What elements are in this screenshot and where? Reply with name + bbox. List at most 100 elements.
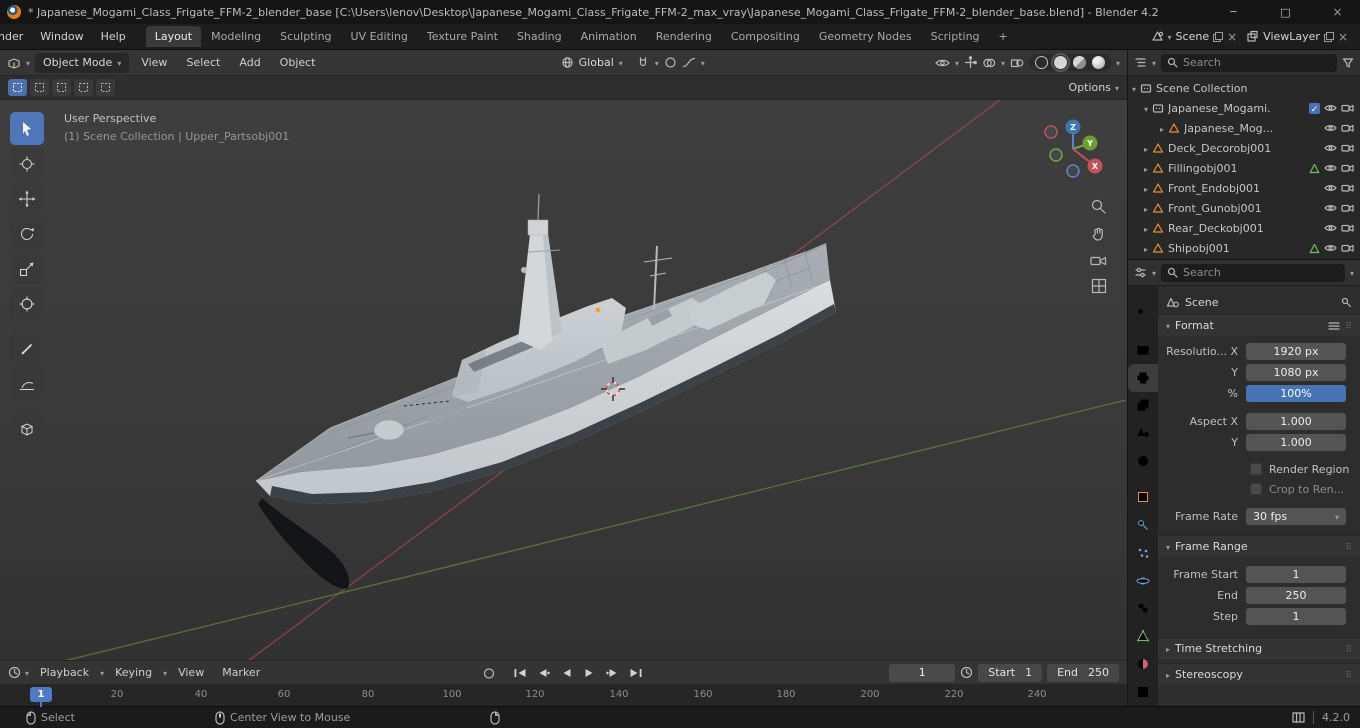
render-camera-icon[interactable] <box>1341 243 1354 253</box>
play-button[interactable] <box>579 664 599 682</box>
resolution-pct-slider[interactable]: 100% <box>1246 384 1346 402</box>
menu-playback[interactable]: Playback <box>33 663 96 682</box>
workspace-tab-geometry-nodes[interactable]: Geometry Nodes <box>810 26 921 47</box>
tab-world[interactable] <box>1128 447 1158 475</box>
menu-tl-view[interactable]: View <box>171 663 211 682</box>
gizmo-x-axis[interactable]: X <box>1092 162 1099 171</box>
workspace-tab-layout[interactable]: Layout <box>145 26 202 47</box>
render-region-checkbox[interactable] <box>1250 463 1262 475</box>
frame-range-panel-header[interactable]: Frame Range <box>1158 535 1360 557</box>
editor-type-3dview-icon[interactable] <box>7 56 21 70</box>
chevron-right-icon[interactable] <box>1144 142 1148 155</box>
panel-grip-icon[interactable] <box>1345 642 1352 655</box>
tab-object[interactable] <box>1128 483 1158 511</box>
chevron-down-icon[interactable] <box>1152 56 1156 69</box>
chevron-down-icon[interactable] <box>25 666 29 679</box>
select-set-button[interactable] <box>8 79 27 96</box>
outliner-search-input[interactable] <box>1183 56 1331 69</box>
tab-render[interactable] <box>1128 336 1158 364</box>
shading-solid-button[interactable] <box>1050 53 1070 72</box>
chevron-right-icon[interactable] <box>1144 162 1148 175</box>
select-intersect-button[interactable] <box>96 79 115 96</box>
minimize-button[interactable] <box>1211 0 1256 24</box>
stereoscopy-panel-header[interactable]: Stereoscopy <box>1158 663 1360 685</box>
outliner-item-label[interactable]: Scene Collection <box>1156 82 1247 95</box>
outliner-row-object[interactable]: Front_Endobj001 <box>1128 178 1360 198</box>
tab-particles[interactable] <box>1128 539 1158 567</box>
ortho-grid-icon[interactable] <box>1091 278 1107 294</box>
properties-search[interactable] <box>1161 263 1345 282</box>
falloff-curve-icon[interactable] <box>682 56 696 69</box>
scene-browse-icon[interactable] <box>1151 30 1164 43</box>
format-presets-icon[interactable] <box>1328 321 1341 331</box>
zoom-icon[interactable] <box>1090 198 1107 215</box>
aspect-y-field[interactable]: 1.000 <box>1246 433 1346 451</box>
gizmo-neg-x-axis[interactable] <box>1044 125 1058 139</box>
collection-checkbox[interactable] <box>1309 102 1320 114</box>
workspace-tab-modeling[interactable]: Modeling <box>202 26 270 47</box>
viewlayer-selector[interactable]: ViewLayer <box>1242 30 1352 44</box>
tab-material[interactable] <box>1128 650 1158 678</box>
panel-grip-icon[interactable] <box>1345 540 1352 553</box>
workspace-tab-animation[interactable]: Animation <box>572 26 646 47</box>
outliner-row-object[interactable]: Shipobj001 <box>1128 238 1360 258</box>
workspace-tab-rendering[interactable]: Rendering <box>647 26 721 47</box>
tool-add-cube[interactable] <box>10 412 44 445</box>
jump-to-end-button[interactable] <box>625 664 645 682</box>
maximize-button[interactable] <box>1263 0 1308 24</box>
outliner-item-label[interactable]: Shipobj001 <box>1168 242 1230 255</box>
unlink-scene-icon[interactable] <box>1227 30 1237 44</box>
frame-start-prop-field[interactable]: 1 <box>1246 565 1346 583</box>
tab-output[interactable] <box>1128 363 1158 392</box>
editor-type-properties-icon[interactable] <box>1134 266 1147 279</box>
viewport-canvas[interactable]: User Perspective (1) Scene Collection | … <box>0 100 1127 660</box>
tab-scene[interactable] <box>1128 419 1158 447</box>
toggle-xray-icon[interactable] <box>1010 57 1024 69</box>
outliner-item-label[interactable]: Rear_Deckobj001 <box>1168 222 1264 235</box>
current-frame-field[interactable]: 1 <box>889 663 956 682</box>
gizmo-y-axis[interactable]: Y <box>1086 139 1093 148</box>
menu-window[interactable]: Window <box>32 26 91 47</box>
options-dropdown[interactable]: Options <box>1069 81 1119 94</box>
gizmo-z-axis[interactable]: Z <box>1070 123 1076 132</box>
panel-grip-icon[interactable] <box>1345 319 1352 332</box>
gizmo-neg-z-axis[interactable] <box>1066 164 1080 178</box>
editor-type-outliner-icon[interactable] <box>1134 56 1147 69</box>
scene-name[interactable]: Scene <box>1176 30 1210 43</box>
menu-add[interactable]: Add <box>232 53 267 72</box>
shading-wireframe-button[interactable] <box>1034 56 1048 69</box>
snap-magnet-icon[interactable] <box>636 56 650 70</box>
workspace-tab-uv-editing[interactable]: UV Editing <box>342 26 417 47</box>
filter-funnel-icon[interactable] <box>1342 57 1354 69</box>
shading-rendered-button[interactable] <box>1091 56 1105 69</box>
play-reverse-button[interactable] <box>556 664 576 682</box>
frame-end-field[interactable]: End 250 <box>1047 663 1119 682</box>
outliner-item-label[interactable]: Japanese_Mog... <box>1184 122 1273 135</box>
outliner-search[interactable] <box>1161 53 1337 72</box>
tab-object-data[interactable] <box>1128 622 1158 650</box>
outliner-row-object[interactable]: Rear_Deckobj001 <box>1128 218 1360 238</box>
new-scene-icon[interactable] <box>1213 31 1224 42</box>
gizmo-neg-y-axis[interactable] <box>1049 148 1063 162</box>
chevron-down-icon[interactable] <box>1001 56 1005 69</box>
show-overlays-icon[interactable] <box>982 57 996 69</box>
crop-checkbox[interactable] <box>1250 483 1262 495</box>
menu-help[interactable]: Help <box>93 26 134 47</box>
render-camera-icon[interactable] <box>1341 203 1354 213</box>
navigation-gizmo[interactable]: Z Y X <box>1033 108 1113 188</box>
chevron-right-icon[interactable] <box>1144 202 1148 215</box>
viewlayer-name[interactable]: ViewLayer <box>1263 30 1320 43</box>
hide-eye-icon[interactable] <box>1324 203 1337 213</box>
tool-scale[interactable] <box>10 252 44 285</box>
tool-transform[interactable] <box>10 287 44 320</box>
chevron-right-icon[interactable] <box>1160 122 1164 135</box>
camera-view-icon[interactable] <box>1090 254 1107 267</box>
chevron-right-icon[interactable] <box>1144 222 1148 235</box>
hide-eye-icon[interactable] <box>1324 163 1337 173</box>
hide-eye-icon[interactable] <box>1324 223 1337 233</box>
chevron-down-icon[interactable] <box>1152 266 1156 279</box>
chevron-down-icon[interactable] <box>701 56 705 69</box>
playhead[interactable]: 1 <box>30 687 52 707</box>
next-keyframe-button[interactable] <box>602 664 622 682</box>
aspect-x-field[interactable]: 1.000 <box>1246 412 1346 430</box>
